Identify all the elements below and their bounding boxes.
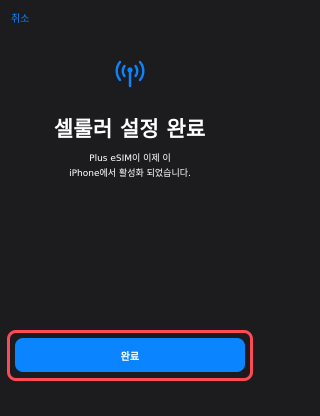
description-line-1: Plus eSIM이 이제 이	[89, 154, 171, 164]
done-button[interactable]: 완료	[15, 338, 245, 372]
page-title: 셀룰러 설정 완료	[54, 117, 206, 141]
description-line-2: iPhone에서 활성화 되었습니다.	[69, 169, 191, 179]
cancel-button[interactable]: 취소	[11, 10, 29, 25]
cellular-setup-complete-screen: 취소 셀룰러 설정 완료 Plus eSIM이 이제 이 iPhone에서 활성…	[0, 0, 260, 416]
description-text: Plus eSIM이 이제 이 iPhone에서 활성화 되었습니다.	[0, 152, 260, 182]
cellular-signal-icon	[115, 60, 145, 88]
